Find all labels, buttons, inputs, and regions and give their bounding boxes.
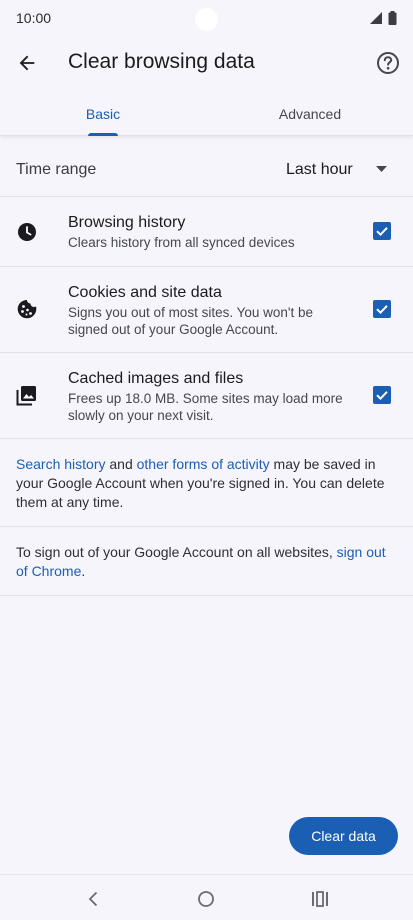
time-range-label: Time range <box>16 161 97 178</box>
checkmark-icon <box>376 391 388 401</box>
image-icon <box>16 386 36 406</box>
option-title: Browsing history <box>68 214 186 231</box>
option-description: Signs you out of most sites. You won't b… <box>68 305 313 337</box>
dropdown-caret-icon <box>376 166 387 172</box>
page-title: Clear browsing data <box>68 50 255 73</box>
wifi-icon <box>370 12 382 24</box>
time-range-value: Last hour <box>286 161 353 178</box>
option-cookies[interactable]: Cookies and site data Signs you out of m… <box>0 267 413 352</box>
time-range-selector[interactable]: Time range Last hour <box>0 144 413 196</box>
nav-recents-icon[interactable] <box>310 889 330 909</box>
account-activity-info: Search history and other forms of activi… <box>16 455 401 512</box>
divider <box>0 526 413 527</box>
checkbox-browsing-history[interactable] <box>373 222 391 240</box>
info-text: and <box>105 456 137 472</box>
tab-bar: Basic Advanced <box>0 92 413 136</box>
signout-info: To sign out of your Google Account on al… <box>16 543 401 581</box>
tab-advanced-label: Advanced <box>278 106 342 122</box>
clear-data-button[interactable]: Clear data <box>289 817 398 855</box>
help-icon <box>377 52 399 74</box>
arrow-back-icon <box>19 55 35 71</box>
signout-suffix: . <box>81 563 86 579</box>
divider <box>0 438 413 439</box>
camera-cutout <box>195 8 218 31</box>
battery-icon <box>388 11 397 25</box>
divider <box>0 595 413 596</box>
checkbox-cookies[interactable] <box>373 300 391 318</box>
nav-home-icon[interactable] <box>196 889 216 909</box>
search-history-link[interactable]: Search history <box>16 456 105 472</box>
option-cached-images[interactable]: Cached images and files Frees up 18.0 MB… <box>0 353 413 438</box>
checkbox-cached-images[interactable] <box>373 386 391 404</box>
system-nav-bar <box>0 874 413 920</box>
nav-back-icon[interactable] <box>84 889 104 909</box>
tab-basic[interactable]: Basic <box>0 92 206 136</box>
back-button[interactable] <box>14 50 40 76</box>
option-browsing-history[interactable]: Browsing history Clears history from all… <box>0 197 413 266</box>
status-icons <box>368 11 397 25</box>
option-title: Cookies and site data <box>68 284 222 301</box>
other-activity-link[interactable]: other forms of activity <box>137 456 270 472</box>
status-time: 10:00 <box>16 10 52 26</box>
option-description: Clears history from all synced devices <box>68 235 295 250</box>
checkmark-icon <box>376 227 388 237</box>
signout-text: To sign out of your Google Account on al… <box>16 544 337 560</box>
checkmark-icon <box>376 305 388 315</box>
option-title: Cached images and files <box>68 370 244 387</box>
status-bar: 10:00 <box>0 0 413 36</box>
option-description: Frees up 18.0 MB. Some sites may load mo… <box>68 391 343 423</box>
tab-basic-label: Basic <box>85 106 121 122</box>
help-button[interactable] <box>375 50 401 76</box>
clock-icon <box>18 223 36 241</box>
app-bar: Clear browsing data <box>0 36 413 92</box>
tab-advanced[interactable]: Advanced <box>207 92 413 136</box>
cookie-icon <box>17 300 37 319</box>
tab-indicator <box>88 133 118 136</box>
